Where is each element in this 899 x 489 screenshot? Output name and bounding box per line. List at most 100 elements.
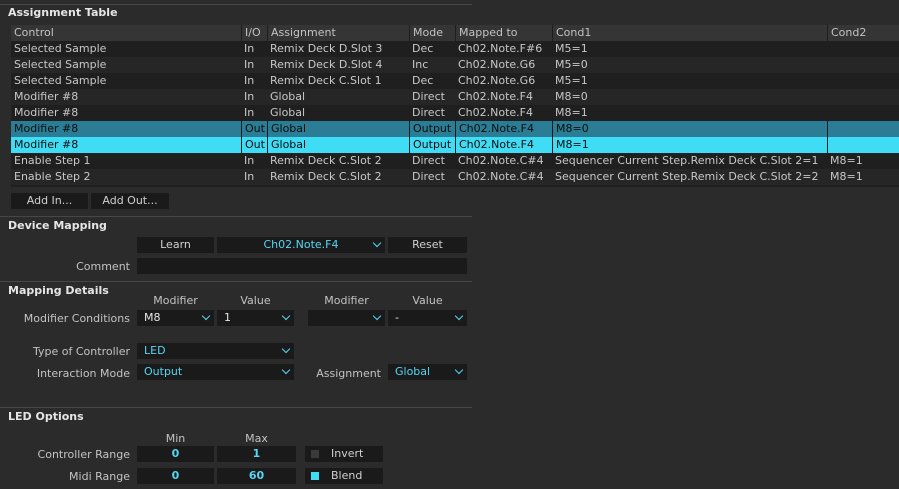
cell-mapped-to: Ch02.Note.G6 (458, 74, 536, 87)
column-header-control[interactable]: Control (11, 25, 241, 41)
interaction-mode-dropdown[interactable]: Output (137, 364, 294, 380)
cell-io: In (244, 170, 255, 183)
cell-cond1: M5=0 (555, 58, 588, 71)
cell-mode: Direct (412, 170, 445, 183)
cell-io: In (244, 154, 255, 167)
value-1-dropdown[interactable]: 1 (217, 310, 294, 326)
add-out-button[interactable]: Add Out... (91, 193, 169, 209)
cell-cond2: M8=1 (830, 170, 863, 183)
column-header-mapped-to[interactable]: Mapped to (455, 25, 552, 41)
chevron-down-icon (281, 344, 291, 354)
value-1-value: 1 (224, 311, 231, 324)
max-header: Max (245, 432, 268, 445)
value-2-value: - (395, 311, 399, 324)
column-header-assignment[interactable]: Assignment (267, 25, 409, 41)
value-2-dropdown[interactable]: - (388, 310, 467, 326)
cell-mapped-to: Ch02.Note.F4 (455, 121, 552, 137)
invert-checkbox[interactable]: Invert (305, 446, 383, 462)
table-row[interactable]: Selected Sample In Remix Deck D.Slot 3 Dec C… (11, 41, 899, 57)
controller-range-max-input[interactable]: 1 (217, 446, 296, 462)
cell-mapped-to: Ch02.Note.G6 (458, 58, 536, 71)
cell-cond2 (827, 73, 899, 89)
modifier-1-value: M8 (144, 311, 161, 324)
cell-cond1: Sequencer Current Step.Remix Deck C.Slot… (555, 154, 819, 167)
column-header-io[interactable]: I/O (241, 25, 267, 41)
cell-cond1: M5=1 (555, 74, 588, 87)
table-row[interactable]: Modifier #8 Out Global Output Ch02.Note.F4 M8… (11, 137, 899, 153)
cell-control: Enable Step 2 (14, 170, 91, 183)
cell-assignment: Remix Deck D.Slot 4 (270, 58, 383, 71)
cell-assignment: Global (270, 90, 306, 103)
assignment-table-title: Assignment Table (8, 6, 118, 19)
table-row[interactable]: Selected Sample In Remix Deck D.Slot 4 Inc C… (11, 57, 899, 73)
cell-assignment: Global (267, 121, 409, 137)
cell-io: Out (241, 121, 267, 137)
table-row[interactable]: Selected Sample In Remix Deck C.Slot 1 Dec C… (11, 73, 899, 89)
cell-mode: Dec (412, 74, 434, 87)
table-row[interactable]: Enable Step 2 In Remix Deck C.Slot 2 Direct… (11, 169, 899, 185)
cell-assignment: Remix Deck C.Slot 1 (270, 74, 382, 87)
cell-io: In (244, 58, 255, 71)
cell-assignment: Remix Deck C.Slot 2 (270, 154, 382, 167)
assignment-label: Assignment (316, 367, 381, 380)
cell-assignment: Global (267, 137, 409, 153)
assignment-dropdown[interactable]: Global (388, 364, 467, 380)
cell-mode: Output (409, 137, 455, 153)
learn-button[interactable]: Learn (137, 237, 214, 253)
cell-cond2 (827, 137, 899, 153)
table-row[interactable]: Modifier #8 In Global Direct Ch02.Note.F4 M8=… (11, 105, 899, 121)
cell-control: Selected Sample (14, 74, 107, 87)
cell-mode: Direct (412, 154, 445, 167)
cell-assignment: Remix Deck C.Slot 2 (270, 170, 382, 183)
cell-control: Enable Step 1 (14, 154, 91, 167)
type-of-controller-label: Type of Controller (33, 345, 130, 358)
divider (0, 4, 472, 5)
mapping-details-title: Mapping Details (8, 284, 109, 297)
table-row[interactable]: Enable Step 1 In Remix Deck C.Slot 2 Direct… (11, 153, 899, 169)
table-row[interactable]: Modifier #8 Out Global Output Ch02.Note.F4 M8… (11, 121, 899, 137)
controller-range-min-input[interactable]: 0 (137, 446, 214, 462)
mapped-control-dropdown[interactable]: Ch02.Note.F4 (217, 237, 385, 253)
cell-cond2 (827, 57, 899, 73)
cell-cond2 (827, 105, 899, 121)
cell-io: In (244, 106, 255, 119)
blend-label: Blend (331, 469, 363, 482)
column-header-cond2[interactable]: Cond2 (827, 25, 899, 41)
divider (0, 407, 472, 408)
value-header-2: Value (412, 294, 443, 307)
divider (0, 216, 472, 217)
blend-checkbox[interactable]: Blend (305, 468, 383, 484)
cell-io: In (244, 74, 255, 87)
cell-assignment: Global (270, 106, 306, 119)
cell-mode: Inc (412, 58, 429, 71)
cell-cond2 (827, 89, 899, 105)
cell-io: In (244, 42, 255, 55)
modifier-1-dropdown[interactable]: M8 (137, 310, 214, 326)
midi-range-min-input[interactable]: 0 (137, 468, 214, 484)
reset-button[interactable]: Reset (388, 237, 467, 253)
cell-cond1: Sequencer Current Step.Remix Deck C.Slot… (555, 170, 819, 183)
add-in-button[interactable]: Add In... (11, 193, 88, 209)
cell-mapped-to: Ch02.Note.F#6 (458, 42, 543, 55)
modifier-header: Modifier (153, 294, 198, 307)
modifier-header-2: Modifier (324, 294, 369, 307)
midi-range-max-input[interactable]: 60 (217, 468, 296, 484)
cell-cond2: M8=1 (830, 154, 863, 167)
chevron-down-icon (372, 311, 382, 321)
controller-range-label: Controller Range (37, 448, 130, 461)
invert-label: Invert (331, 447, 364, 460)
cell-io: In (244, 90, 255, 103)
cell-control: Modifier #8 (14, 138, 79, 151)
column-header-cond1[interactable]: Cond1 (552, 25, 827, 41)
cell-mapped-to: Ch02.Note.F4 (458, 106, 534, 119)
cell-control: Modifier #8 (14, 90, 79, 103)
table-row[interactable]: Modifier #8 In Global Direct Ch02.Note.F4 M8=… (11, 89, 899, 105)
comment-input[interactable] (137, 258, 467, 274)
type-of-controller-dropdown[interactable]: LED (137, 343, 294, 359)
cell-mapped-to: Ch02.Note.F4 (458, 90, 534, 103)
led-options-title: LED Options (8, 410, 84, 423)
modifier-2-dropdown[interactable] (308, 310, 385, 326)
column-header-mode[interactable]: Mode (409, 25, 455, 41)
interaction-mode-label: Interaction Mode (36, 367, 130, 380)
cell-assignment: Remix Deck D.Slot 3 (270, 42, 383, 55)
